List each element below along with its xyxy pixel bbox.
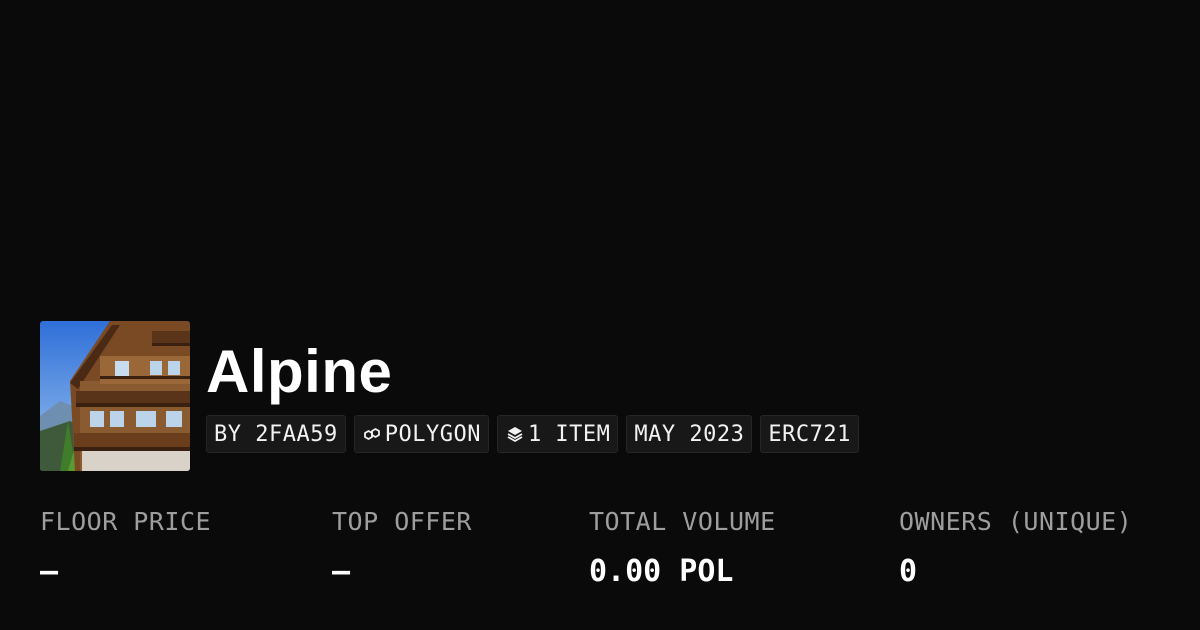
stat-label: TOP OFFER <box>332 507 472 536</box>
token-standard-chip: ERC721 <box>760 415 859 453</box>
collection-image <box>40 321 190 471</box>
stat-label: FLOOR PRICE <box>40 507 212 536</box>
collection-meta-chips: BY 2FAA59 POLYGON 1 ITEM MAY 2023 ERC721 <box>206 415 859 453</box>
stat-label: OWNERS (UNIQUE) <box>899 507 1133 536</box>
stat-value: – <box>40 554 59 589</box>
layers-icon <box>505 424 525 444</box>
stat-top-offer: TOP OFFER – <box>332 505 472 589</box>
created-date-chip: MAY 2023 <box>626 415 753 453</box>
stat-owners: OWNERS (UNIQUE) 0 <box>899 505 1132 589</box>
stat-total-volume: TOTAL VOLUME 0.00 POL <box>589 505 776 589</box>
items-label: 1 ITEM <box>527 421 611 447</box>
chain-chip[interactable]: POLYGON <box>353 415 489 453</box>
polygon-icon <box>362 424 382 444</box>
token-standard-label: ERC721 <box>768 421 851 447</box>
stat-value: 0.00 POL <box>589 554 734 589</box>
stat-floor-price: FLOOR PRICE – <box>40 505 211 589</box>
items-chip: 1 ITEM <box>496 415 619 453</box>
creator-chip[interactable]: BY 2FAA59 <box>206 415 346 453</box>
created-date-label: MAY 2023 <box>634 421 745 447</box>
creator-label: BY 2FAA59 <box>214 421 338 447</box>
chain-label: POLYGON <box>384 421 481 447</box>
stat-value: – <box>332 554 351 589</box>
collection-title: Alpine <box>206 338 393 405</box>
stat-value: 0 <box>899 554 918 589</box>
stat-label: TOTAL VOLUME <box>589 507 776 536</box>
